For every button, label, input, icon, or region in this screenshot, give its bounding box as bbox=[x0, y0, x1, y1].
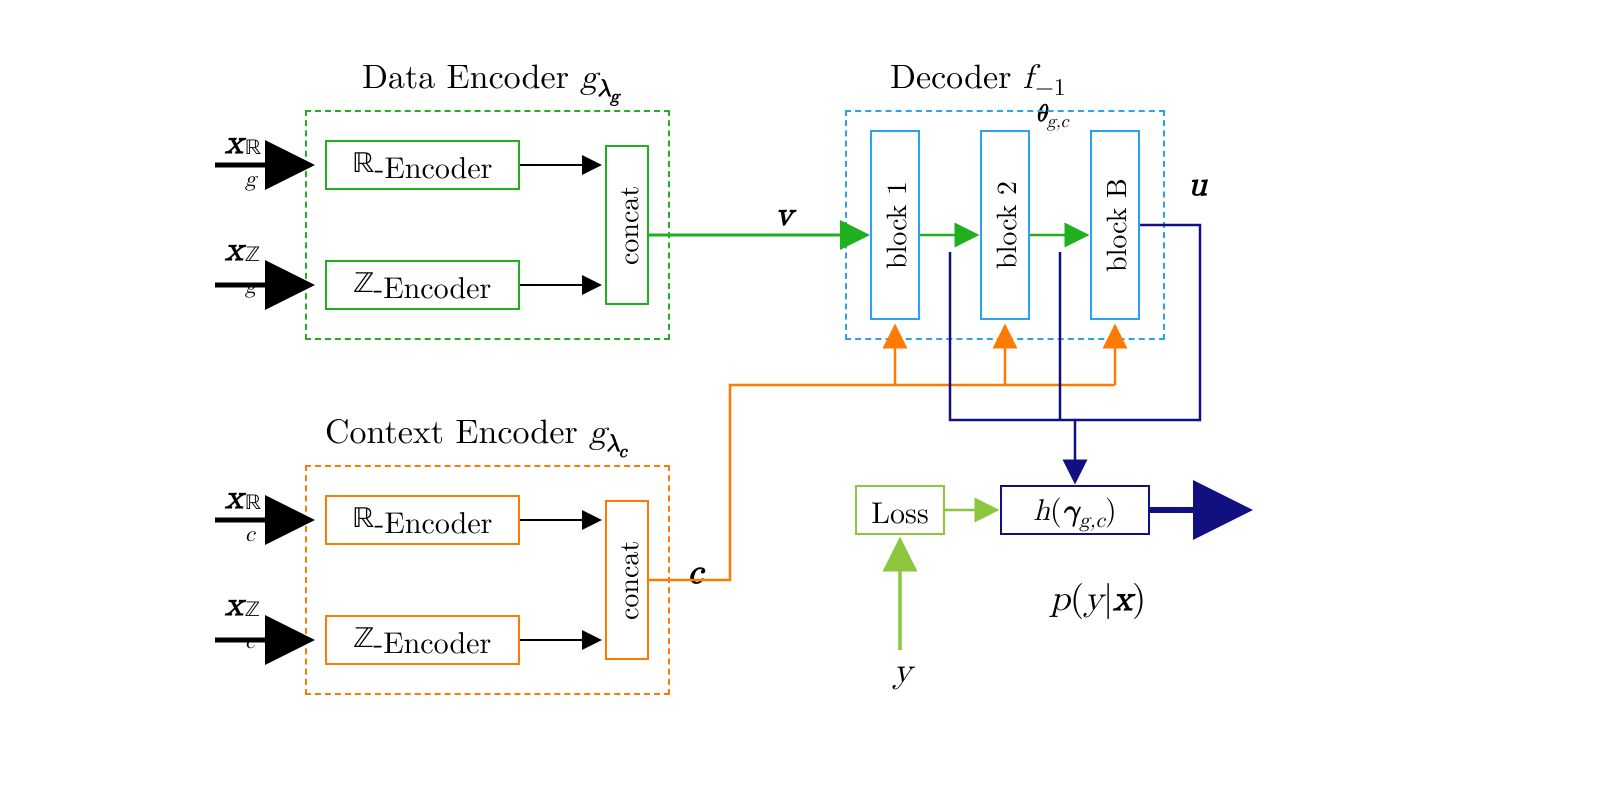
diagram-root: Data Encoder gλg Context Encoder gλc Dec… bbox=[0, 0, 1600, 800]
block-b-label: block B bbox=[1095, 178, 1135, 272]
input-xg-real: xℝg bbox=[225, 115, 243, 164]
data-z-encoder: ℤ-Encoder bbox=[325, 260, 520, 310]
c-label: c bbox=[688, 553, 703, 594]
pyx-label: p(y|x) bbox=[1050, 570, 1146, 621]
y-label: y bbox=[893, 650, 912, 693]
block-1: block 1 bbox=[870, 130, 920, 320]
data-r-encoder: ℝ-Encoder bbox=[325, 140, 520, 190]
input-xc-real: xℝc bbox=[225, 470, 243, 519]
context-r-encoder: ℝ-Encoder bbox=[325, 495, 520, 545]
data-concat: concat bbox=[605, 145, 649, 305]
context-concat-label: concat bbox=[607, 540, 647, 619]
block-1-label: block 1 bbox=[875, 181, 915, 269]
decoder-title: Decoder f−1θg,c bbox=[890, 50, 1033, 99]
input-xc-int: xℤc bbox=[225, 577, 243, 626]
context-z-encoder: ℤ-Encoder bbox=[325, 615, 520, 665]
data-concat-label: concat bbox=[607, 185, 647, 264]
v-label: v bbox=[775, 195, 793, 236]
loss-label: Loss bbox=[871, 489, 928, 532]
context-concat: concat bbox=[605, 500, 649, 660]
input-xg-int: xℤg bbox=[225, 222, 243, 271]
block-b: block B bbox=[1090, 130, 1140, 320]
h-box: h(γg,c) bbox=[1000, 485, 1150, 535]
context-encoder-title-text: Context Encoder bbox=[325, 405, 589, 453]
block-2-label: block 2 bbox=[985, 181, 1025, 269]
context-encoder-title: Context Encoder gλc bbox=[325, 405, 627, 463]
decoder-title-text: Decoder bbox=[890, 50, 1023, 98]
data-encoder-title-text: Data Encoder bbox=[362, 50, 580, 98]
loss-box: Loss bbox=[855, 485, 945, 535]
u-label: u bbox=[1188, 165, 1207, 206]
block-2: block 2 bbox=[980, 130, 1030, 320]
data-encoder-title: Data Encoder gλg bbox=[362, 50, 619, 108]
